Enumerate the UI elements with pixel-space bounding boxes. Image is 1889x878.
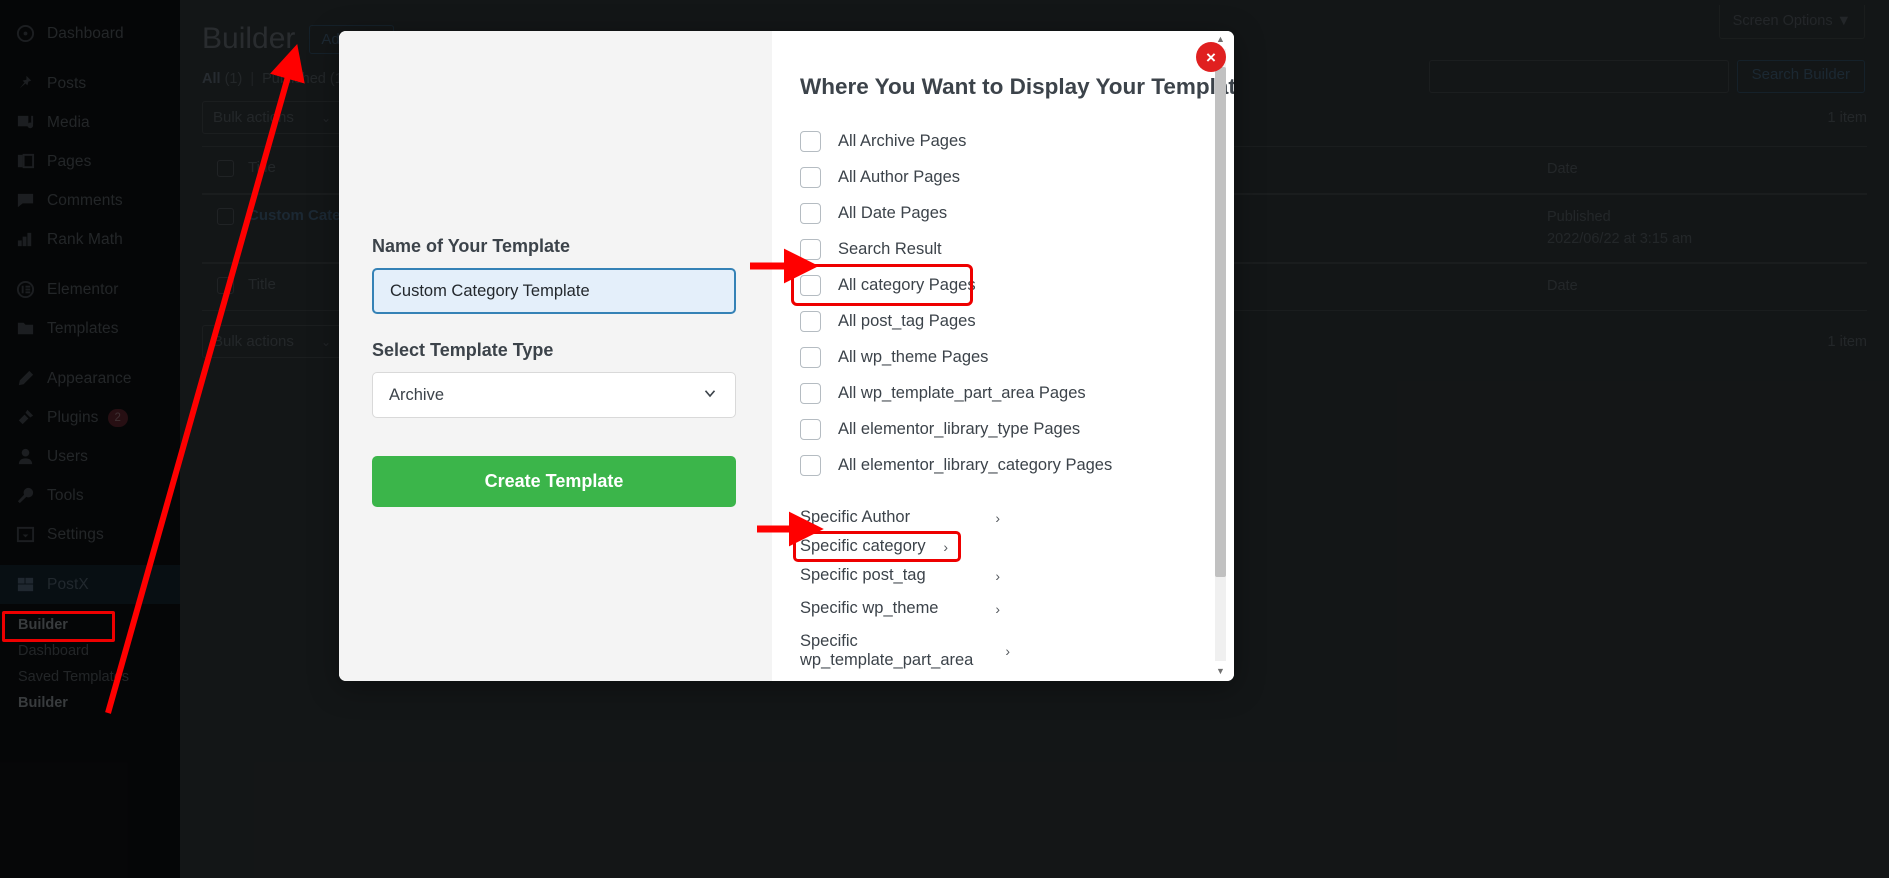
modal-title: Where You Want to Display Your Template xyxy=(800,74,1234,99)
checkbox-icon[interactable] xyxy=(800,202,821,224)
condition-all-elementor-library-type-pages[interactable]: All elementor_library_type Pages xyxy=(800,411,1194,447)
condition-all-category-pages[interactable]: All category Pages xyxy=(791,264,976,306)
specific-author-link[interactable]: Specific Author › xyxy=(800,501,1000,534)
scrollbar-thumb[interactable] xyxy=(1215,67,1226,577)
condition-label: All category Pages xyxy=(838,275,976,294)
checkbox-icon[interactable] xyxy=(800,454,821,476)
create-template-modal: Name of Your Template Custom Category Te… xyxy=(339,31,1234,681)
specific-link-label: Specific wp_template_part_area xyxy=(800,632,974,669)
checkbox-icon[interactable] xyxy=(800,418,821,440)
condition-all-elementor-library-category-pages[interactable]: All elementor_library_category Pages xyxy=(800,447,1194,483)
template-type-select[interactable]: Archive xyxy=(372,372,736,418)
close-modal-button[interactable]: × xyxy=(1196,42,1226,72)
specific-link-label: Specific wp_theme xyxy=(800,599,939,617)
modal-scrollbar[interactable]: ▲ ▼ xyxy=(1215,34,1226,676)
condition-label: All wp_theme Pages xyxy=(838,347,989,366)
condition-label: All elementor_library_category Pages xyxy=(838,455,1113,474)
specific-wp-template-part-area-link[interactable]: Specific wp_template_part_area › xyxy=(800,625,1010,677)
checkbox-icon[interactable] xyxy=(800,382,821,404)
chevron-right-icon: › xyxy=(995,567,1000,584)
specific-category-link[interactable]: Specific category › xyxy=(793,531,961,562)
screenshot-root: Dashboard Posts Media Pages xyxy=(0,0,1889,878)
condition-label: All wp_template_part_area Pages xyxy=(838,383,1086,402)
scroll-down-arrow-icon[interactable]: ▼ xyxy=(1215,665,1226,677)
condition-all-date-pages[interactable]: All Date Pages xyxy=(800,195,1194,231)
modal-form-panel: Name of Your Template Custom Category Te… xyxy=(339,31,772,681)
chevron-right-icon: › xyxy=(1005,643,1010,659)
chevron-down-icon xyxy=(701,384,719,407)
condition-all-wp-theme-pages[interactable]: All wp_theme Pages xyxy=(800,339,1194,375)
checkbox-icon[interactable] xyxy=(800,238,821,260)
specific-post-tag-link[interactable]: Specific post_tag › xyxy=(800,559,1000,592)
checkbox-icon[interactable] xyxy=(800,310,821,332)
condition-search-result[interactable]: Search Result xyxy=(800,231,1194,267)
condition-label: All Archive Pages xyxy=(838,131,967,150)
template-name-input[interactable]: Custom Category Template xyxy=(372,268,736,314)
specific-link-label: Specific Author xyxy=(800,508,911,526)
specific-wp-theme-link[interactable]: Specific wp_theme › xyxy=(800,592,1000,625)
condition-all-post-tag-pages[interactable]: All post_tag Pages xyxy=(800,303,1194,339)
builder-submenu-highlight xyxy=(2,611,115,642)
chevron-right-icon: › xyxy=(995,509,1000,526)
template-type-label: Select Template Type xyxy=(372,340,554,360)
chevron-right-icon: › xyxy=(943,538,948,555)
checkbox-icon[interactable] xyxy=(800,274,821,296)
chevron-right-icon: › xyxy=(995,600,1000,617)
condition-all-wp-template-part-area-pages[interactable]: All wp_template_part_area Pages xyxy=(800,375,1194,411)
checkbox-icon[interactable] xyxy=(800,346,821,368)
condition-all-archive-pages[interactable]: All Archive Pages xyxy=(800,123,1194,159)
condition-label: All Date Pages xyxy=(838,203,948,222)
condition-all-author-pages[interactable]: All Author Pages xyxy=(800,159,1194,195)
condition-label: All elementor_library_type Pages xyxy=(838,419,1081,438)
modal-display-conditions-panel: Where You Want to Display Your Template … xyxy=(772,31,1234,681)
specific-link-label: Specific category xyxy=(800,537,926,555)
specific-link-label: Specific post_tag xyxy=(800,566,926,584)
condition-label: All Author Pages xyxy=(838,167,960,186)
checkbox-icon[interactable] xyxy=(800,166,821,188)
create-template-button[interactable]: Create Template xyxy=(372,456,736,507)
condition-label: Search Result xyxy=(838,239,942,258)
condition-label: All post_tag Pages xyxy=(838,311,976,330)
template-type-value: Archive xyxy=(389,385,445,404)
checkbox-icon[interactable] xyxy=(800,130,821,152)
template-name-label: Name of Your Template xyxy=(372,236,571,256)
